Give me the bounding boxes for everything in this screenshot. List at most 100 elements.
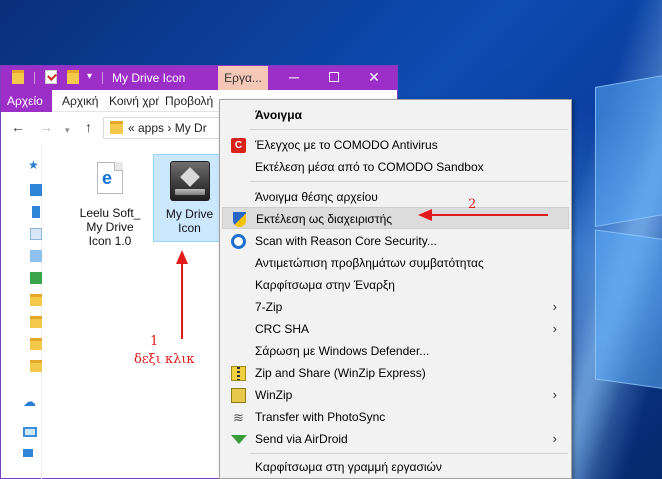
folder-nav-icon-3[interactable] [30,338,42,350]
menu-separator [250,453,568,454]
menu-item-7zip[interactable]: 7-Zip › [222,296,569,318]
file-name: My Drive Icon [154,207,225,235]
pictures-nav-icon[interactable] [30,250,42,262]
menu-item-troubleshoot-compatibility[interactable]: Αντιμετώπιση προβλημάτων συμβατότητας [222,252,569,274]
file-name-line-3: Icon 1.0 [88,234,132,248]
file-item-leelu-soft[interactable]: e Leelu Soft_ My Drive Icon 1.0 [75,154,145,248]
menu-item-label: Εκτέλεση μέσα από το COMODO Sandbox [255,160,484,174]
quick-access-folder-icon[interactable] [12,70,24,84]
tab-share[interactable]: Κοινή χρήση [103,90,159,112]
documents-nav-icon[interactable] [30,228,42,240]
title-separator [102,72,103,84]
forward-arrow-icon[interactable]: → [39,120,53,134]
address-path: « apps › My Dr [128,121,207,135]
contextual-tools-tab[interactable]: Εργα... [218,66,268,90]
onedrive-cloud-icon[interactable]: ☁ [23,394,39,409]
context-menu: Άνοιγμα C Έλεγχος με το COMODO Antivirus… [219,99,572,479]
file-name-line-1: My Drive [165,207,214,221]
menu-item-label: 7-Zip [255,300,283,314]
maximize-button[interactable] [314,66,354,90]
file-name-line-1: Leelu Soft_ [79,206,141,220]
title-bar[interactable]: ▾ My Drive Icon Εργα... ─ ✕ [1,66,397,90]
edge-browser-icon: e [102,168,113,188]
menu-item-label: Άνοιγμα θέσης αρχείου [255,190,378,204]
address-path-box[interactable]: « apps › My Dr [103,117,233,139]
folder-nav-icon-2[interactable] [30,316,42,328]
tab-view[interactable]: Προβολή [159,90,217,112]
close-button[interactable]: ✕ [354,66,394,90]
menu-item-label: WinZip [255,388,293,402]
annotation-step-2-number: 2 [468,197,477,212]
menu-item-label: Εκτέλεση ως διαχειριστής [256,212,393,226]
file-name: Leelu Soft_ My Drive Icon 1.0 [75,206,145,248]
wallpaper-window-pane-top [595,72,662,228]
menu-item-open[interactable]: Άνοιγμα [222,104,569,126]
menu-item-open-file-location[interactable]: Άνοιγμα θέσης αρχείου [222,186,569,208]
folder-icon [110,121,123,134]
menu-item-comodo-scan[interactable]: C Έλεγχος με το COMODO Antivirus [222,134,569,156]
menu-item-photosync[interactable]: ≋ Transfer with PhotoSync [222,406,569,428]
app-nav-icon[interactable] [30,272,42,284]
menu-separator [250,181,568,182]
folder-nav-icon-4[interactable] [30,360,42,372]
menu-item-label: CRC SHA [255,322,310,336]
menu-item-label: Έλεγχος με το COMODO Antivirus [255,138,438,152]
file-name-line-2: My Drive [86,220,134,234]
zip-icon [231,366,246,381]
menu-item-crc-sha[interactable]: CRC SHA › [222,318,569,340]
folder-nav-icon-1[interactable] [30,294,42,306]
tab-home[interactable]: Αρχική [56,90,102,112]
menu-item-label: Send via AirDroid [255,432,348,446]
menu-separator [250,129,568,130]
menu-item-comodo-sandbox[interactable]: Εκτέλεση μέσα από το COMODO Sandbox [222,156,569,178]
wallpaper-window-pane-bottom [595,229,662,391]
photosync-icon: ≋ [233,410,244,425]
menu-item-zip-and-share[interactable]: Zip and Share (WinZip Express) [222,362,569,384]
this-pc-icon[interactable] [23,427,37,437]
menu-item-winzip[interactable]: WinZip › [222,384,569,406]
properties-check-icon[interactable] [45,70,57,84]
menu-item-reason-core-scan[interactable]: Scan with Reason Core Security... [222,230,569,252]
uac-shield-icon [233,212,246,227]
recent-locations-dropdown-icon[interactable]: ▾ [65,123,70,137]
network-nav-icon[interactable] [23,449,33,457]
menu-item-label: Άνοιγμα [255,108,302,122]
annotation-arrow-up [181,262,183,339]
window-title: My Drive Icon [112,71,186,85]
menu-item-label: Σάρωση με Windows Defender... [255,344,430,358]
back-arrow-icon[interactable]: ← [11,120,25,134]
drive-app-icon [170,161,210,201]
downloads-nav-icon[interactable] [32,206,40,218]
submenu-chevron-icon: › [552,387,557,402]
up-arrow-icon[interactable]: ↑ [85,120,92,134]
minimize-button[interactable]: ─ [274,66,314,90]
menu-item-label: Scan with Reason Core Security... [255,234,437,248]
submenu-chevron-icon: › [552,321,557,336]
maximize-icon [329,72,339,82]
navigation-pane: ★ ☁ [1,144,42,479]
menu-item-send-via-airdroid[interactable]: Send via AirDroid › [222,428,569,450]
desktop-nav-icon[interactable] [30,184,42,196]
comodo-icon: C [231,138,246,153]
new-folder-icon[interactable] [67,70,79,84]
customize-quick-access-dropdown-icon[interactable]: ▾ [87,72,92,82]
menu-item-label: Καρφίτσωμα στη γραμμή εργασιών [255,460,442,474]
menu-item-label: Zip and Share (WinZip Express) [255,366,426,380]
menu-item-windows-defender-scan[interactable]: Σάρωση με Windows Defender... [222,340,569,362]
menu-item-pin-to-start[interactable]: Καρφίτσωμα στην Έναρξη [222,274,569,296]
submenu-chevron-icon: › [552,299,557,314]
file-item-my-drive-icon-selected[interactable]: My Drive Icon [153,154,226,242]
annotation-arrow-left [430,214,548,216]
menu-item-label: Αντιμετώπιση προβλημάτων συμβατότητας [255,256,484,270]
quick-access-star-icon[interactable]: ★ [28,158,40,172]
menu-item-label: Καρφίτσωμα στην Έναρξη [255,278,395,292]
menu-item-run-as-administrator[interactable]: Εκτέλεση ως διαχειριστής [222,207,569,229]
winzip-icon [231,388,246,403]
drive-logo-icon [180,167,200,187]
tab-file[interactable]: Αρχείο [1,90,52,112]
file-name-line-2: Icon [178,221,201,235]
reason-core-icon [231,234,246,249]
menu-item-pin-to-taskbar[interactable]: Καρφίτσωμα στη γραμμή εργασιών [222,456,569,478]
annotation-step-1-text: δεξι κλικ [134,352,195,367]
annotation-step-1-number: 1 [150,334,159,349]
